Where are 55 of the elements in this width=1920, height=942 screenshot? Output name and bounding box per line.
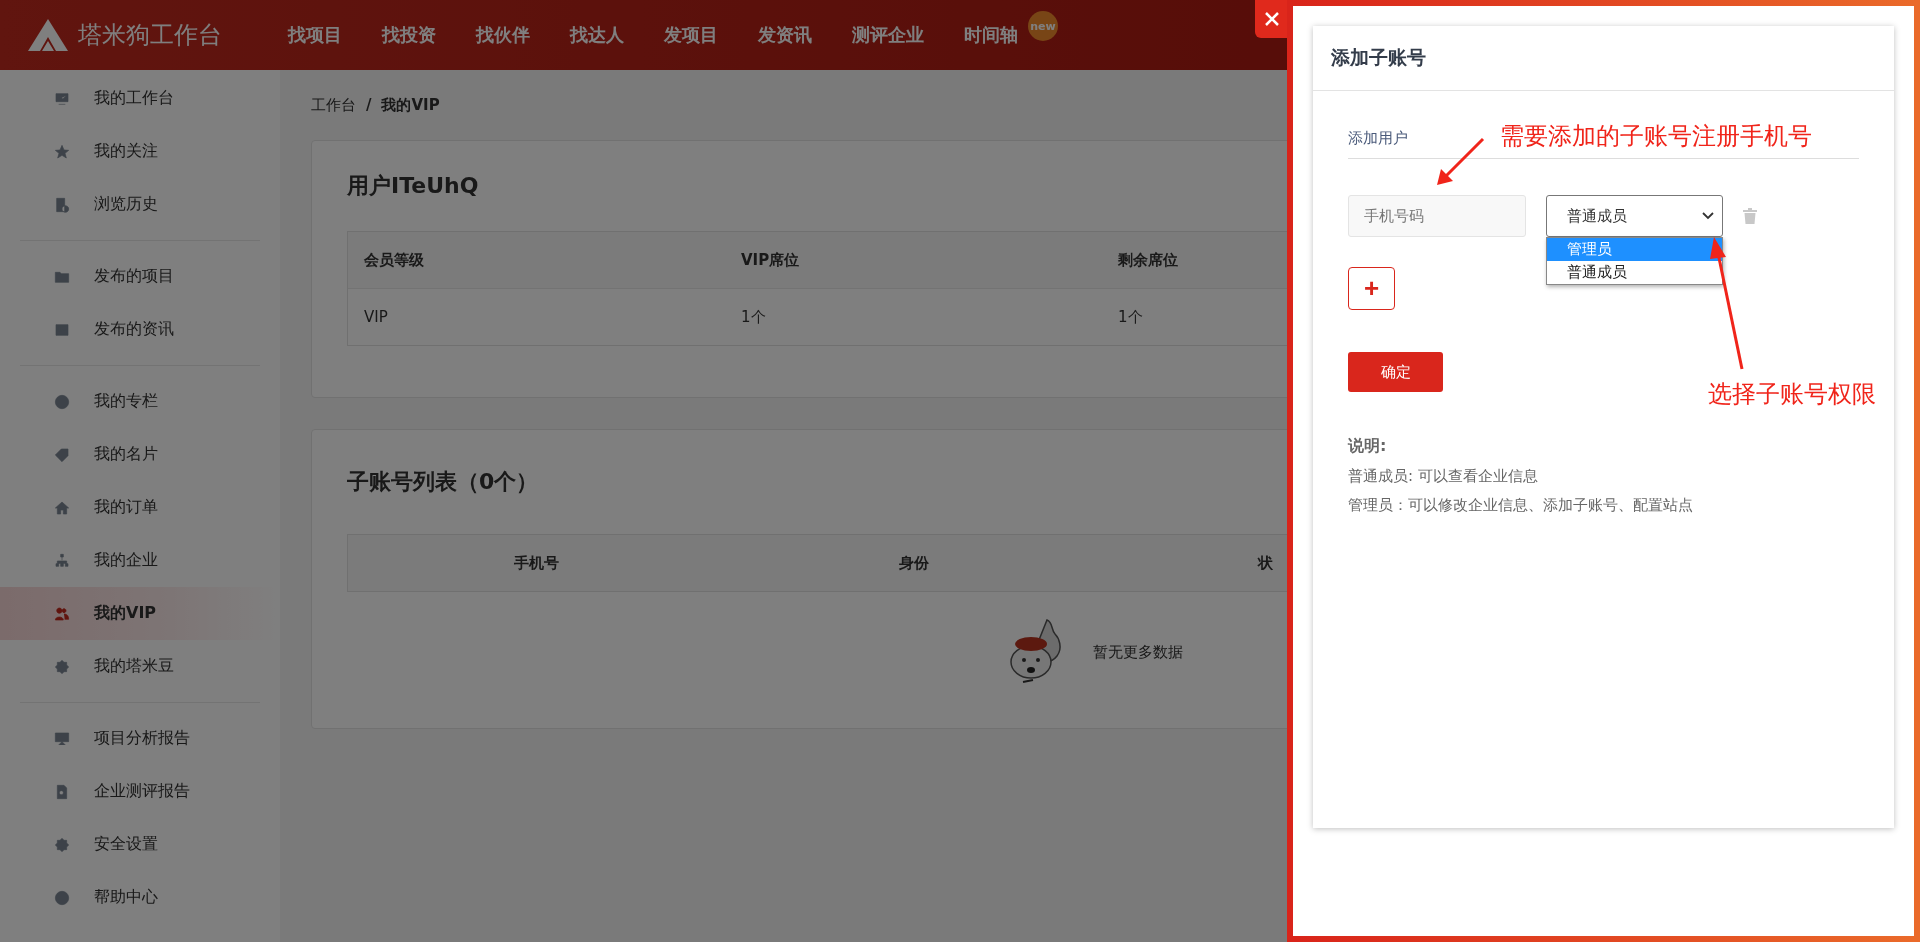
annotation-arrow	[1435, 137, 1485, 187]
sidebar-item[interactable]: 我的专栏	[0, 375, 280, 428]
sidebar-item[interactable]: 我的名片	[0, 428, 280, 481]
dropdown-option[interactable]: 普通成员	[1547, 261, 1722, 284]
column-header: 剩余席位	[1117, 250, 1179, 270]
nav-link[interactable]: 找投资	[382, 23, 436, 47]
sidebar-item[interactable]: 我的关注	[0, 125, 280, 178]
nav-link[interactable]: 测评企业	[852, 23, 924, 47]
annotation-text: 选择子账号权限	[1708, 379, 1876, 410]
new-badge: new	[1028, 11, 1058, 41]
nav-link[interactable]: 发项目	[664, 23, 718, 47]
add-button[interactable]: +	[1348, 267, 1395, 310]
sidebar-item[interactable]: 发布的项目	[0, 250, 280, 303]
close-icon	[1264, 11, 1280, 27]
dropdown-option[interactable]: 管理员	[1547, 238, 1722, 261]
card-title: 用户ITeUhQ	[347, 172, 479, 200]
nav-link[interactable]: 找项目	[288, 23, 342, 47]
note-text: 普通成员: 可以查看企业信息	[1348, 467, 1539, 486]
nav-link[interactable]: 发资讯	[758, 23, 812, 47]
sidebar-item[interactable]: 安全设置	[0, 818, 280, 871]
note-text: 管理员：可以修改企业信息、添加子账号、配置站点	[1348, 496, 1694, 515]
breadcrumb-item: 我的VIP	[381, 95, 440, 115]
column-header: 会员等级	[363, 250, 425, 270]
sidebar-item[interactable]: 我的企业	[0, 534, 280, 587]
phone-input[interactable]: 手机号码	[1348, 195, 1526, 237]
logo-icon	[28, 19, 68, 51]
nav-link[interactable]: 找达人	[570, 23, 624, 47]
sidebar-item[interactable]: 我的塔米豆	[0, 640, 280, 693]
breadcrumb-item[interactable]: 工作台	[311, 95, 356, 115]
annotation-text: 需要添加的子账号注册手机号	[1500, 121, 1812, 152]
table-cell-text: 1个	[740, 307, 767, 327]
sidebar-item[interactable]: 我的订单	[0, 481, 280, 534]
confirm-button[interactable]: 确定	[1348, 352, 1443, 392]
breadcrumb-item: /	[366, 96, 372, 114]
sidebar-item[interactable]: 企业测评报告	[0, 765, 280, 818]
column-header: 身份	[897, 553, 930, 573]
panel-title: 添加子账号	[1331, 45, 1426, 70]
logo-text: 塔米狗工作台	[78, 20, 222, 51]
notes-title: 说明:	[1348, 436, 1388, 457]
role-select[interactable]: 普通成员	[1546, 195, 1723, 237]
sidebar-item[interactable]: 帮助中心	[0, 871, 280, 924]
table-cell-text: 1个	[1117, 307, 1144, 327]
chevron-down-icon	[1702, 212, 1714, 220]
sidebar-item[interactable]: 发布的资讯	[0, 303, 280, 356]
sidebar-item[interactable]: 浏览历史	[0, 178, 280, 231]
column-header: 状	[1256, 553, 1274, 573]
sidebar-item[interactable]: 项目分析报告	[0, 712, 280, 765]
card-title: 子账号列表（0个）	[347, 468, 539, 496]
table-cell-text: VIP	[363, 308, 389, 326]
nav-link[interactable]: 找伙伴	[476, 23, 530, 47]
close-button[interactable]	[1255, 0, 1289, 38]
column-header: 手机号	[513, 553, 560, 573]
empty-message: 暂无更多数据	[1093, 642, 1183, 662]
column-header: VIP席位	[740, 250, 801, 270]
sidebar-item[interactable]: 我的工作台	[0, 72, 280, 125]
